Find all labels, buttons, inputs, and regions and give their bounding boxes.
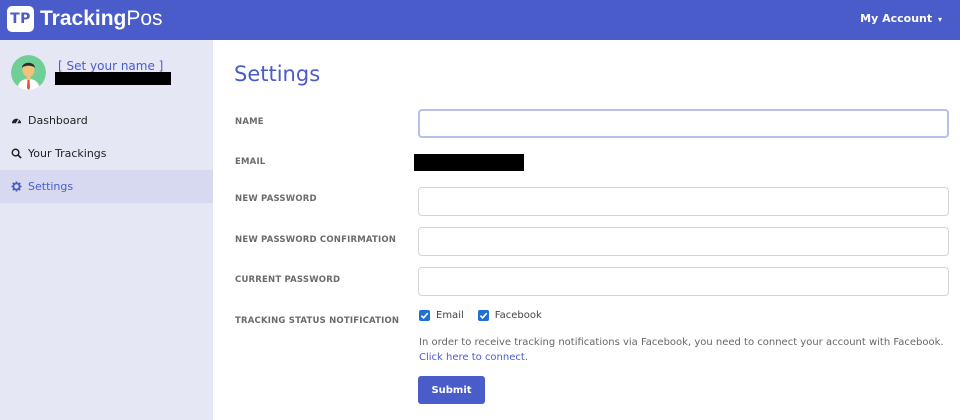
user-avatar-icon [11,55,46,90]
page-title: Settings [234,62,321,86]
avatar [11,55,46,90]
name-input[interactable] [418,109,949,138]
check-icon [420,312,429,320]
top-navbar: TP TrackingPos My Account ▾ [0,0,960,40]
gear-icon [11,181,22,192]
tracking-notification-label: TRACKING STATUS NOTIFICATION [235,316,400,326]
my-account-dropdown[interactable]: My Account ▾ [860,12,942,25]
new-password-confirmation-label: NEW PASSWORD CONFIRMATION [235,235,397,245]
current-password-input[interactable] [418,267,949,296]
my-account-label: My Account [860,12,933,25]
submit-button[interactable]: Submit [418,376,485,404]
new-password-input[interactable] [418,187,949,216]
set-your-name-link[interactable]: [ Set your name ] [58,59,163,73]
redacted-username [55,72,171,85]
facebook-checkbox-label[interactable]: Facebook [495,310,542,321]
facebook-notice: In order to receive tracking notificatio… [419,335,949,365]
sidebar-item-label: Dashboard [28,114,88,127]
sidebar-nav: Dashboard Your Trackings Settings [0,104,213,203]
notice-end: . [524,352,528,363]
new-password-confirmation-input[interactable] [418,227,949,256]
new-password-label: NEW PASSWORD [235,194,317,204]
brand-badge: TP [7,6,34,32]
name-label: NAME [235,117,264,127]
search-icon [11,148,22,159]
connect-facebook-link[interactable]: Click here to connect [419,352,525,363]
dashboard-icon [11,115,22,126]
notice-text: In order to receive tracking notificatio… [419,337,944,348]
email-checkbox-label[interactable]: Email [436,310,464,321]
brand-name-bold: Tracking [40,7,127,30]
redacted-email [414,154,524,171]
brand-logo[interactable]: TP TrackingPos [7,6,163,32]
current-password-label: CURRENT PASSWORD [235,275,341,285]
caret-down-icon: ▾ [937,15,942,24]
email-checkbox[interactable] [419,310,430,321]
sidebar: [ Set your name ] Dashboard Your Trackin… [0,40,213,420]
sidebar-item-settings[interactable]: Settings [0,170,213,203]
sidebar-item-your-trackings[interactable]: Your Trackings [0,137,213,170]
email-label: EMAIL [235,157,266,167]
brand-name: TrackingPos [40,6,163,32]
check-icon [479,312,488,320]
sidebar-item-label: Your Trackings [28,147,107,160]
notification-options: Email Facebook [419,310,542,321]
sidebar-item-dashboard[interactable]: Dashboard [0,104,213,137]
facebook-checkbox[interactable] [477,310,489,321]
brand-name-light: Pos [126,7,163,30]
sidebar-item-label: Settings [28,180,74,193]
